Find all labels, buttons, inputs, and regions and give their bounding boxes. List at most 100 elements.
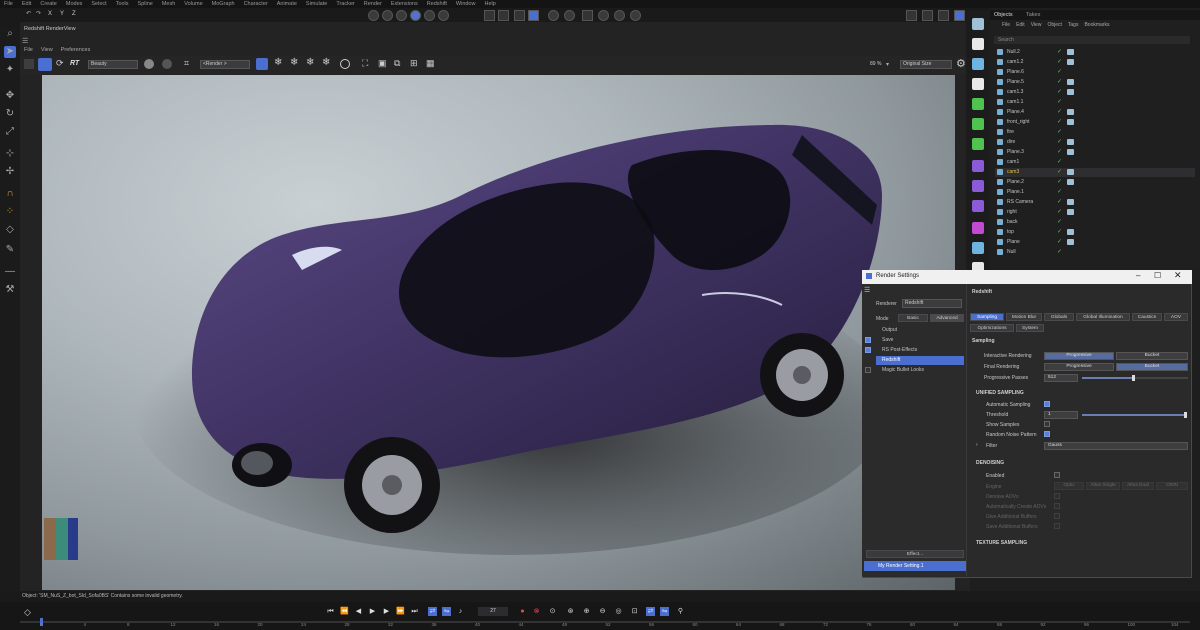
sound-icon[interactable]: ♪: [456, 607, 465, 616]
object-row[interactable]: fire ✓: [995, 128, 1195, 137]
null-icon[interactable]: [972, 18, 984, 30]
effect-button[interactable]: Effect...: [866, 550, 964, 558]
keyframe-icon[interactable]: ◇: [24, 607, 34, 617]
zoom-chevron-icon[interactable]: ▾: [886, 61, 889, 68]
visibility-check-icon[interactable]: ✓: [1057, 168, 1062, 175]
camera-icon[interactable]: [598, 10, 609, 21]
rv-menu-file[interactable]: File: [24, 47, 33, 53]
light-icon[interactable]: [438, 10, 449, 21]
tag-icon[interactable]: [1067, 179, 1074, 185]
live-select-icon[interactable]: ✦: [4, 64, 16, 76]
object-row[interactable]: Plane ✓: [995, 238, 1195, 247]
start-render-icon[interactable]: [38, 58, 52, 71]
show-samples-checkbox[interactable]: [1044, 421, 1050, 427]
obj-menu-edit[interactable]: Edit: [1016, 22, 1025, 28]
item-rs-post-effects[interactable]: RS Post-Effects: [882, 347, 917, 353]
circle-tool-icon[interactable]: [340, 59, 350, 69]
passes-input[interactable]: 512: [1044, 374, 1078, 382]
tag-icon[interactable]: [1067, 59, 1074, 65]
object-row[interactable]: Plane.5 ✓: [995, 78, 1195, 87]
rotate-icon[interactable]: ↻: [4, 108, 16, 120]
viewport-icon[interactable]: [582, 10, 593, 21]
snap-icon[interactable]: [484, 10, 495, 21]
interactive-bucket-button[interactable]: Bucket: [1116, 352, 1188, 360]
camera-dropdown[interactable]: <Render >: [200, 60, 250, 69]
record-key-icon[interactable]: ●: [518, 607, 527, 616]
tag-icon[interactable]: [1067, 89, 1074, 95]
menu-item[interactable]: Tracker: [336, 1, 354, 7]
snowflake-icon-1[interactable]: ❄: [274, 57, 282, 68]
visibility-check-icon[interactable]: ✓: [1057, 138, 1062, 145]
cube-icon[interactable]: [972, 38, 984, 50]
magnet-icon[interactable]: ∩: [4, 188, 16, 200]
keyframe-remove-icon[interactable]: ⊖: [598, 607, 607, 616]
object-row[interactable]: back ✓: [995, 218, 1195, 227]
refresh-icon[interactable]: ⟳: [56, 58, 64, 69]
render-settings-icon[interactable]: [396, 10, 407, 21]
layout-icon-2[interactable]: [922, 10, 933, 21]
brush-icon[interactable]: ✎: [4, 244, 16, 256]
menu-item[interactable]: Character: [244, 1, 268, 7]
axis-x-toggle[interactable]: X: [48, 11, 52, 17]
field-icon[interactable]: [972, 180, 984, 192]
visibility-check-icon[interactable]: ✓: [1057, 248, 1062, 255]
object-row[interactable]: Plane.6 ✓: [995, 68, 1195, 77]
motion-icon[interactable]: ⊛: [566, 607, 575, 616]
loop-icon[interactable]: ⇄: [428, 607, 437, 616]
menu-item[interactable]: Extensions: [391, 1, 418, 7]
object-row[interactable]: cam1.1 ✓: [995, 98, 1195, 107]
snapshot-icon[interactable]: ⧉: [394, 58, 400, 69]
lock-camera-icon[interactable]: [256, 58, 268, 70]
material-icon[interactable]: [424, 10, 435, 21]
tag-icon[interactable]: [1067, 119, 1074, 125]
menu-item[interactable]: File: [4, 1, 13, 7]
next-key-icon[interactable]: ⏩: [396, 607, 405, 616]
tag-icon[interactable]: [1067, 239, 1074, 245]
object-row[interactable]: cam1.2 ✓: [995, 58, 1195, 67]
obj-menu-file[interactable]: File: [1002, 22, 1010, 28]
tab-motion-blur[interactable]: Motion Blur: [1006, 313, 1042, 321]
search-icon[interactable]: ⌕: [4, 28, 16, 40]
renderer-dropdown[interactable]: Redshift: [902, 299, 962, 308]
visibility-check-icon[interactable]: ✓: [1057, 58, 1062, 65]
minimize-icon[interactable]: –: [1136, 271, 1140, 280]
menu-item[interactable]: MoGraph: [212, 1, 235, 7]
denoising-header[interactable]: DENOISING: [976, 460, 1004, 466]
maximize-icon[interactable]: ☐: [1154, 271, 1161, 280]
settings-gear-icon[interactable]: ⚙: [956, 57, 966, 70]
paint-icon[interactable]: ⚒: [4, 284, 16, 296]
points-icon[interactable]: ⁘: [4, 206, 16, 218]
tab-objects[interactable]: Objects: [994, 12, 1013, 18]
layout-icon-3[interactable]: [938, 10, 949, 21]
rs-post-effects-checkbox[interactable]: [865, 347, 871, 353]
menu-item[interactable]: Edit: [22, 1, 31, 7]
menu-item[interactable]: Modes: [66, 1, 83, 7]
objects-search-input[interactable]: Search: [994, 36, 1190, 44]
playback-icon[interactable]: [614, 10, 625, 21]
rv-menu-view[interactable]: View: [41, 47, 53, 53]
go-start-icon[interactable]: ⏮: [326, 607, 335, 616]
transform-icon[interactable]: ⊹: [4, 148, 16, 160]
undo-icon[interactable]: ↶: [26, 10, 31, 17]
save-checkbox[interactable]: [865, 337, 871, 343]
object-row[interactable]: Plane.2 ✓: [995, 178, 1195, 187]
random-noise-checkbox[interactable]: [1044, 431, 1050, 437]
redshift-ipr-icon[interactable]: [410, 10, 421, 21]
object-row[interactable]: Null.2 ✓: [995, 48, 1195, 57]
redo-icon[interactable]: ↷: [36, 10, 41, 17]
object-row[interactable]: Plane.1 ✓: [995, 188, 1195, 197]
size-dropdown[interactable]: Original Size: [900, 60, 952, 69]
visibility-check-icon[interactable]: ✓: [1057, 128, 1062, 135]
edges-icon[interactable]: ◇: [4, 224, 16, 236]
tab-system[interactable]: System: [1016, 324, 1044, 332]
display-icon[interactable]: [162, 59, 172, 69]
menu-item[interactable]: Window: [456, 1, 476, 7]
sphere-icon[interactable]: [972, 58, 984, 70]
close-icon[interactable]: ✕: [1174, 270, 1182, 281]
layout-icon-1[interactable]: [906, 10, 917, 21]
object-row[interactable]: RS Camera ✓: [995, 198, 1195, 207]
magic-bullet-checkbox[interactable]: [865, 367, 871, 373]
visibility-check-icon[interactable]: ✓: [1057, 158, 1062, 165]
render-icon[interactable]: [548, 10, 559, 21]
visibility-check-icon[interactable]: ✓: [1057, 88, 1062, 95]
